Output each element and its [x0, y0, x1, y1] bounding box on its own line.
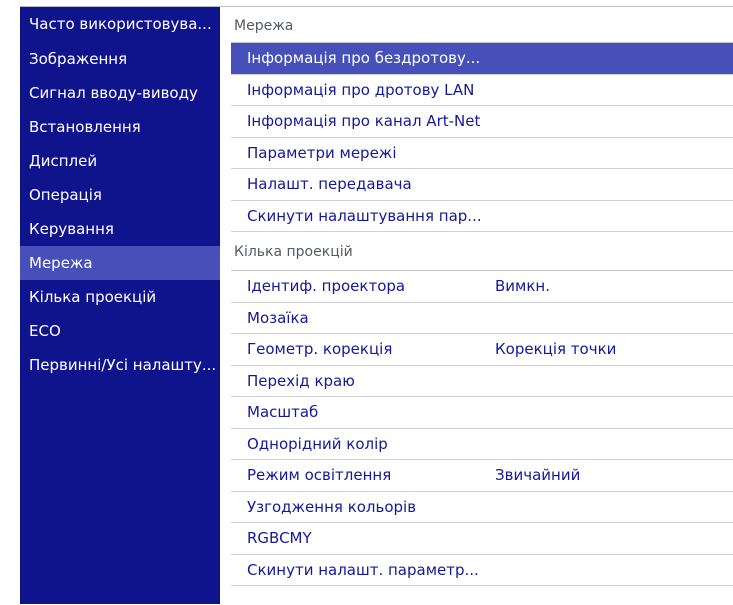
menu-item-label: Режим освітлення [247, 466, 392, 484]
menu-item-value: Вимкн. [495, 277, 550, 295]
sidebar-item-image[interactable]: Зображення [20, 42, 220, 76]
menu-item-label: Однорідний колір [247, 434, 388, 453]
sidebar-item-signal-io[interactable]: Сигнал вводу-виводу [20, 76, 220, 110]
menu-item-label: Інформація про бездротову... [247, 49, 481, 67]
menu-item-label: Мозаїка [247, 308, 309, 327]
sidebar-item-frequently-used[interactable]: Часто використовува... [20, 7, 220, 42]
sidebar-item-initial-settings[interactable]: Первинні/Усі налашту... [20, 348, 220, 382]
projector-menu-window: Часто використовува... Зображення Сигнал… [20, 6, 733, 605]
menu-item-label: Скинути налаштування пар... [247, 206, 482, 225]
menu-item-wired-lan-info[interactable]: Інформація про дротову LAN [231, 75, 733, 106]
menu-item-label: Налашт. передавача [247, 175, 412, 193]
sidebar-item-eco[interactable]: ECO [20, 314, 220, 348]
menu-item-art-net-info[interactable]: Інформація про канал Art-Net [231, 106, 733, 138]
sidebar-item-management[interactable]: Керування [20, 212, 220, 246]
network-item-list: Інформація про бездротову... Інформація … [231, 43, 733, 232]
menu-item-reset-multi-projection[interactable]: Скинути налашт. параметр... [231, 555, 733, 586]
menu-item-label: Узгодження кольорів [247, 497, 417, 516]
menu-item-label: Перехід краю [247, 371, 355, 390]
main-menu-sidebar: Часто використовува... Зображення Сигнал… [20, 7, 220, 604]
menu-item-label: Інформація про канал Art-Net [247, 112, 481, 130]
menu-item-rgbcmy[interactable]: RGBCMY [231, 523, 733, 555]
menu-item-label: Геометр. корекція [247, 340, 393, 358]
menu-item-label: Інформація про дротову LAN [247, 80, 475, 99]
menu-item-label: Скинути налашт. параметр... [247, 560, 479, 579]
sidebar-item-operation[interactable]: Операція [20, 178, 220, 212]
menu-item-value: Корекція точки [495, 340, 617, 358]
section-header-network: Мережа [231, 7, 733, 43]
sidebar-item-display[interactable]: Дисплей [20, 144, 220, 178]
menu-item-label: Ідентиф. проектора [247, 277, 406, 295]
menu-item-transmitter-settings[interactable]: Налашт. передавача [231, 169, 733, 201]
menu-item-scale[interactable]: Масштаб [231, 397, 733, 429]
menu-item-edge-blending[interactable]: Перехід краю [231, 366, 733, 397]
sidebar-item-installation[interactable]: Встановлення [20, 110, 220, 144]
menu-item-tiling[interactable]: Мозаїка [231, 303, 733, 334]
section-header-multi-projection: Кілька проекцій [231, 232, 733, 271]
menu-item-label: RGBCMY [247, 529, 312, 547]
menu-item-label: Параметри мережі [247, 143, 397, 162]
menu-item-color-uniformity[interactable]: Однорідний колір [231, 429, 733, 460]
multi-projection-item-list: Ідентиф. проектора Вимкн. Мозаїка Геометр… [231, 271, 733, 586]
menu-item-light-mode[interactable]: Режим освітлення Звичайний [231, 460, 733, 492]
menu-item-color-matching[interactable]: Узгодження кольорів [231, 492, 733, 523]
menu-item-reset-network-settings[interactable]: Скинути налаштування пар... [231, 201, 733, 232]
menu-item-projector-id[interactable]: Ідентиф. проектора Вимкн. [231, 271, 733, 303]
menu-item-label: Масштаб [247, 403, 319, 421]
menu-item-wireless-info[interactable]: Інформація про бездротову... [231, 43, 733, 75]
sidebar-item-multi-projection[interactable]: Кілька проекцій [20, 280, 220, 314]
menu-item-network-settings[interactable]: Параметри мережі [231, 138, 733, 169]
sidebar-item-network[interactable]: Мережа [20, 246, 220, 280]
menu-item-value: Звичайний [495, 466, 581, 484]
submenu-panel: Мережа Інформація про бездротову... Інфо… [220, 7, 733, 605]
menu-item-geometry-correction[interactable]: Геометр. корекція Корекція точки [231, 334, 733, 366]
